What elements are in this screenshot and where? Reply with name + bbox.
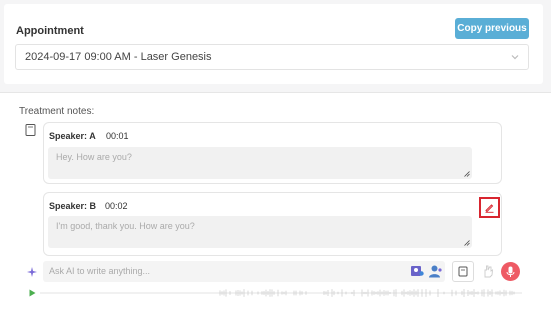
appointment-select[interactable]: 2024-09-17 09:00 AM - Laser Genesis [15, 44, 529, 70]
person-icon[interactable] [428, 264, 443, 279]
save-button[interactable] [452, 261, 474, 282]
speaker-label: Speaker: B [49, 201, 97, 211]
appointment-label: Appointment [16, 25, 84, 37]
resize-handle-icon[interactable] [464, 240, 470, 246]
ai-prompt-input[interactable]: Ask AI to write anything... [43, 261, 445, 282]
play-icon[interactable] [29, 289, 36, 297]
pencil-icon [485, 204, 494, 213]
note-textarea[interactable]: I'm good, thank you. How are you? [48, 216, 472, 248]
note-textarea[interactable]: Hey. How are you? [48, 147, 472, 179]
microphone-icon [506, 266, 515, 277]
microphone-button[interactable] [501, 262, 520, 281]
note-text: Hey. How are you? [56, 152, 132, 162]
hand-icon[interactable] [482, 264, 494, 278]
resize-handle-icon[interactable] [464, 171, 470, 177]
copy-previous-button[interactable]: Copy previous [455, 18, 529, 39]
speaker-timestamp: 00:01 [106, 131, 129, 141]
chevron-down-icon [511, 55, 519, 60]
transcript-entry-a: Speaker: A 00:01 Hey. How are you? [43, 122, 502, 184]
speaker-label: Speaker: A [49, 131, 96, 141]
document-icon[interactable] [25, 124, 36, 136]
treatment-notes-title: Treatment notes: [19, 106, 95, 117]
note-text: I'm good, thank you. How are you? [56, 221, 195, 231]
ai-prompt-placeholder: Ask AI to write anything... [49, 266, 151, 276]
transcript-entry-b: Speaker: B 00:02 I'm good, thank you. Ho… [43, 192, 502, 256]
section-divider [0, 92, 551, 93]
image-people-icon[interactable] [410, 264, 425, 279]
edit-button[interactable] [479, 197, 500, 218]
audio-waveform[interactable] [40, 288, 522, 298]
appointment-select-value: 2024-09-17 09:00 AM - Laser Genesis [25, 51, 212, 63]
speaker-timestamp: 00:02 [105, 201, 128, 211]
sparkle-icon[interactable] [26, 266, 38, 278]
save-icon [458, 266, 468, 277]
